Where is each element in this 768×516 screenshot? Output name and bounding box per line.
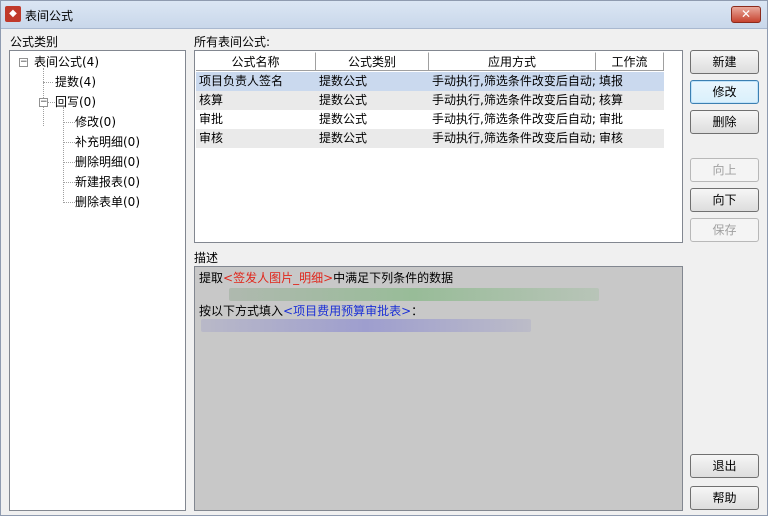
description-area[interactable]: 提取<签发人图片_明细>中满足下列条件的数据 按以下方式填入<项目费用预算审批表… — [194, 266, 683, 511]
cell-name: 核算 — [199, 93, 224, 107]
cell-category: 提数公式 — [319, 131, 368, 145]
cell-workflow: 核算 — [599, 93, 624, 107]
category-tree[interactable]: − 表间公式(4) 提数(4) − 回写(0) 修改(0) 补充明细(0) 删除… — [9, 50, 186, 511]
column-header-mode[interactable]: 应用方式 — [429, 52, 596, 71]
table-row[interactable]: 审批 提数公式 手动执行,筛选条件改变后自动; 审批 — [196, 110, 664, 129]
help-button[interactable]: 帮助 — [690, 486, 759, 510]
target-table-link: <项目费用预算审批表> — [283, 304, 412, 318]
category-label: 公式类别 — [10, 35, 59, 49]
table-row[interactable]: 项目负责人签名 提数公式 手动执行,筛选条件改变后自动; 填报 — [196, 72, 664, 91]
cell-name: 审批 — [199, 112, 224, 126]
tree-item-fetch[interactable]: 提数(4) — [55, 73, 96, 91]
tree-item-delete-detail[interactable]: 删除明细(0) — [75, 153, 140, 171]
table-row[interactable]: 核算 提数公式 手动执行,筛选条件改变后自动; 核算 — [196, 91, 664, 110]
save-button[interactable]: 保存 — [690, 218, 759, 242]
tree-item-writeback[interactable]: 回写(0) — [55, 93, 96, 111]
cell-workflow: 审批 — [599, 112, 624, 126]
tree-connector — [63, 122, 75, 123]
column-header-workflow[interactable]: 工作流 — [596, 52, 664, 71]
formula-table: 公式名称 公式类别 应用方式 工作流 项目负责人签名 提数公式 手动执行,筛选条… — [194, 50, 683, 243]
cell-category: 提数公式 — [319, 112, 368, 126]
description-line: 提取<签发人图片_明细>中满足下列条件的数据 — [199, 270, 453, 286]
cell-mode: 手动执行,筛选条件改变后自动; — [432, 93, 596, 107]
tree-item-add-detail[interactable]: 补充明细(0) — [75, 133, 140, 151]
tree-item-delete-form[interactable]: 删除表单(0) — [75, 193, 140, 211]
table-row[interactable]: 审核 提数公式 手动执行,筛选条件改变后自动; 审核 — [196, 129, 664, 148]
delete-button[interactable]: 删除 — [690, 110, 759, 134]
redacted-text — [229, 288, 599, 301]
formula-dialog: ◆ 表间公式 ✕ 公式类别 − 表间公式(4) 提数(4) − 回写(0) 修改… — [0, 0, 768, 516]
cell-mode: 手动执行,筛选条件改变后自动; — [432, 112, 596, 126]
cell-mode: 手动执行,筛选条件改变后自动; — [432, 131, 596, 145]
tree-item-new-report[interactable]: 新建报表(0) — [75, 173, 140, 191]
description-text: 中满足下列条件的数据 — [333, 271, 454, 285]
formulas-label: 所有表间公式: — [194, 35, 271, 49]
title-bar: ◆ 表间公式 ✕ — [1, 1, 767, 29]
cell-name: 项目负责人签名 — [199, 74, 284, 88]
tree-connector — [63, 202, 75, 203]
tree-item-root[interactable]: 表间公式(4) — [34, 53, 99, 71]
cell-workflow: 审核 — [599, 131, 624, 145]
description-text: 按以下方式填入 — [199, 304, 284, 318]
move-up-button[interactable]: 向上 — [690, 158, 759, 182]
collapse-toggle-icon[interactable]: − — [19, 58, 28, 67]
cell-category: 提数公式 — [319, 93, 368, 107]
window-title: 表间公式 — [25, 9, 74, 23]
tree-connector — [63, 162, 75, 163]
cell-workflow: 填报 — [599, 74, 624, 88]
column-header-name[interactable]: 公式名称 — [196, 52, 316, 71]
column-header-category[interactable]: 公式类别 — [316, 52, 429, 71]
tree-connector — [43, 82, 53, 83]
collapse-toggle-icon[interactable]: − — [39, 98, 48, 107]
app-icon: ◆ — [5, 6, 21, 22]
cell-mode: 手动执行,筛选条件改变后自动; — [432, 74, 596, 88]
tree-item-modify[interactable]: 修改(0) — [75, 113, 116, 131]
source-table-link: <签发人图片_明细> — [223, 271, 334, 285]
edit-button[interactable]: 修改 — [690, 80, 759, 104]
description-text: ： — [411, 304, 424, 318]
description-line: 按以下方式填入<项目费用预算审批表>： — [199, 303, 423, 319]
close-button[interactable]: ✕ — [731, 6, 761, 23]
cell-category: 提数公式 — [319, 74, 368, 88]
tree-connector — [63, 182, 75, 183]
exit-button[interactable]: 退出 — [690, 454, 759, 478]
cell-name: 审核 — [199, 131, 224, 145]
table-header: 公式名称 公式类别 应用方式 工作流 — [196, 52, 664, 71]
tree-connector — [63, 142, 75, 143]
description-text: 提取 — [199, 271, 224, 285]
redacted-text — [201, 319, 531, 332]
description-label: 描述 — [194, 251, 219, 265]
move-down-button[interactable]: 向下 — [690, 188, 759, 212]
new-button[interactable]: 新建 — [690, 50, 759, 74]
